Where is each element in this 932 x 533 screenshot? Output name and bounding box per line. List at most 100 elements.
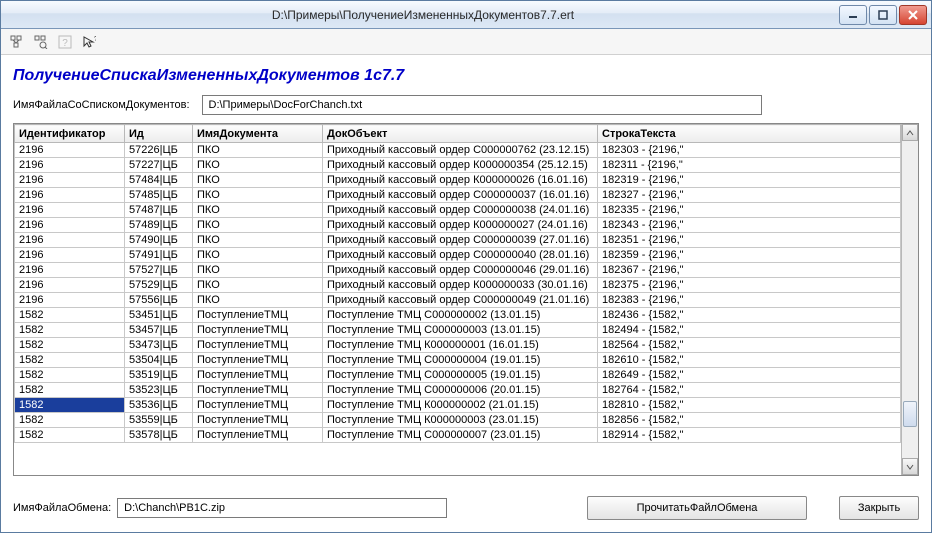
cell-name: ПКО xyxy=(193,263,323,278)
table-row[interactable]: 158253504|ЦБПоступлениеТМЦПоступление ТМ… xyxy=(15,353,901,368)
minimize-icon xyxy=(848,10,858,20)
cell-text: 182764 - {1582," xyxy=(598,383,901,398)
minimize-button[interactable] xyxy=(839,5,867,25)
table-row[interactable]: 219657484|ЦБПКОПриходный кассовый ордер … xyxy=(15,173,901,188)
cell-name: ПКО xyxy=(193,203,323,218)
cell-obj: Приходный кассовый ордер К000000026 (16.… xyxy=(323,173,598,188)
cursor-help-icon[interactable]: ? xyxy=(81,34,97,50)
cell-name: ПоступлениеТМЦ xyxy=(193,413,323,428)
cell-obj: Приходный кассовый ордер С000000762 (23.… xyxy=(323,143,598,158)
table-row[interactable]: 158253451|ЦБПоступлениеТМЦПоступление ТМ… xyxy=(15,308,901,323)
table-row[interactable]: 158253578|ЦБПоступлениеТМЦПоступление ТМ… xyxy=(15,428,901,443)
svg-text:?: ? xyxy=(62,38,68,49)
cell-name: ПоступлениеТМЦ xyxy=(193,398,323,413)
cell-ident: 1582 xyxy=(15,428,125,443)
table-row[interactable]: 219657556|ЦБПКОПриходный кассовый ордер … xyxy=(15,293,901,308)
cell-id: 53578|ЦБ xyxy=(125,428,193,443)
cell-name: ПКО xyxy=(193,143,323,158)
col-header-name[interactable]: ИмяДокумента xyxy=(193,125,323,143)
cell-ident: 2196 xyxy=(15,263,125,278)
table-row[interactable]: 219657491|ЦБПКОПриходный кассовый ордер … xyxy=(15,248,901,263)
col-header-text[interactable]: СтрокаТекста xyxy=(598,125,901,143)
cell-name: ПКО xyxy=(193,218,323,233)
cell-text: 182610 - {1582," xyxy=(598,353,901,368)
cell-obj: Приходный кассовый ордер С000000038 (24.… xyxy=(323,203,598,218)
cell-text: 182914 - {1582," xyxy=(598,428,901,443)
cell-id: 57491|ЦБ xyxy=(125,248,193,263)
vertical-scrollbar[interactable] xyxy=(901,124,918,475)
scroll-track[interactable] xyxy=(902,141,918,458)
scroll-thumb[interactable] xyxy=(903,401,917,427)
cell-obj: Приходный кассовый ордер С000000037 (16.… xyxy=(323,188,598,203)
close-window-button[interactable] xyxy=(899,5,927,25)
maximize-button[interactable] xyxy=(869,5,897,25)
cell-name: ПКО xyxy=(193,158,323,173)
cell-text: 182810 - {1582," xyxy=(598,398,901,413)
titlebar: D:\Примеры\ПолучениеИзмененныхДокументов… xyxy=(1,1,931,29)
cell-name: ПоступлениеТМЦ xyxy=(193,428,323,443)
table-row[interactable]: 158253559|ЦБПоступлениеТМЦПоступление ТМ… xyxy=(15,413,901,428)
cell-obj: Поступление ТМЦ С000000005 (19.01.15) xyxy=(323,368,598,383)
scroll-down-button[interactable] xyxy=(902,458,918,475)
table-row[interactable]: 219657487|ЦБПКОПриходный кассовый ордер … xyxy=(15,203,901,218)
table-row[interactable]: 219657529|ЦБПКОПриходный кассовый ордер … xyxy=(15,278,901,293)
bottom-row: ИмяФайлаОбмена: ПрочитатьФайлОбмена Закр… xyxy=(13,496,919,520)
table-row[interactable]: 158253473|ЦБПоступлениеТМЦПоступление ТМ… xyxy=(15,338,901,353)
cell-ident: 1582 xyxy=(15,383,125,398)
cell-id: 57489|ЦБ xyxy=(125,218,193,233)
exchange-file-label: ИмяФайлаОбмена: xyxy=(13,502,111,514)
file-list-input[interactable] xyxy=(202,95,762,115)
table-row[interactable]: 158253536|ЦБПоступлениеТМЦПоступление ТМ… xyxy=(15,398,901,413)
cell-ident: 2196 xyxy=(15,218,125,233)
data-grid[interactable]: Идентификатор Ид ИмяДокумента ДокОбъект … xyxy=(13,123,919,476)
table-row[interactable]: 158253523|ЦБПоступлениеТМЦПоступление ТМ… xyxy=(15,383,901,398)
col-header-id[interactable]: Ид xyxy=(125,125,193,143)
window-controls xyxy=(837,5,927,25)
col-header-obj[interactable]: ДокОбъект xyxy=(323,125,598,143)
file-list-label: ИмяФайлаСоСпискомДокументов: xyxy=(13,99,190,111)
cell-id: 53523|ЦБ xyxy=(125,383,193,398)
cell-obj: Поступление ТМЦ С000000006 (20.01.15) xyxy=(323,383,598,398)
cell-text: 182303 - {2196," xyxy=(598,143,901,158)
cell-name: ПКО xyxy=(193,173,323,188)
table-row[interactable]: 219657489|ЦБПКОПриходный кассовый ордер … xyxy=(15,218,901,233)
help-icon[interactable]: ? xyxy=(57,34,73,50)
table-row[interactable]: 219657527|ЦБПКОПриходный кассовый ордер … xyxy=(15,263,901,278)
cell-text: 182649 - {1582," xyxy=(598,368,901,383)
cell-text: 182359 - {2196," xyxy=(598,248,901,263)
toolbar: ? ? xyxy=(1,29,931,55)
cell-obj: Приходный кассовый ордер К000000033 (30.… xyxy=(323,278,598,293)
cell-name: ПКО xyxy=(193,278,323,293)
cell-name: ПоступлениеТМЦ xyxy=(193,323,323,338)
table-row[interactable]: 219657226|ЦБПКОПриходный кассовый ордер … xyxy=(15,143,901,158)
exchange-file-input[interactable] xyxy=(117,498,447,518)
window-title: D:\Примеры\ПолучениеИзмененныхДокументов… xyxy=(9,8,837,22)
table-row[interactable]: 219657485|ЦБПКОПриходный кассовый ордер … xyxy=(15,188,901,203)
cell-name: ПоступлениеТМЦ xyxy=(193,368,323,383)
cell-id: 53559|ЦБ xyxy=(125,413,193,428)
cell-ident: 1582 xyxy=(15,323,125,338)
cell-name: ПоступлениеТМЦ xyxy=(193,383,323,398)
cell-text: 182327 - {2196," xyxy=(598,188,901,203)
cell-text: 182383 - {2196," xyxy=(598,293,901,308)
table-row[interactable]: 158253457|ЦБПоступлениеТМЦПоступление ТМ… xyxy=(15,323,901,338)
cell-name: ПКО xyxy=(193,188,323,203)
table-row[interactable]: 219657490|ЦБПКОПриходный кассовый ордер … xyxy=(15,233,901,248)
cell-ident: 1582 xyxy=(15,308,125,323)
cell-ident: 1582 xyxy=(15,398,125,413)
tree-icon[interactable] xyxy=(9,34,25,50)
table-row[interactable]: 158253519|ЦБПоступлениеТМЦПоступление ТМ… xyxy=(15,368,901,383)
table-row[interactable]: 219657227|ЦБПКОПриходный кассовый ордер … xyxy=(15,158,901,173)
col-header-ident[interactable]: Идентификатор xyxy=(15,125,125,143)
cell-id: 53451|ЦБ xyxy=(125,308,193,323)
close-button[interactable]: Закрыть xyxy=(839,496,919,520)
cell-text: 182335 - {2196," xyxy=(598,203,901,218)
page-heading: ПолучениеСпискаИзмененныхДокументов 1с7.… xyxy=(13,67,919,85)
read-exchange-file-button[interactable]: ПрочитатьФайлОбмена xyxy=(587,496,807,520)
cell-name: ПКО xyxy=(193,233,323,248)
cell-id: 53536|ЦБ xyxy=(125,398,193,413)
cell-name: ПоступлениеТМЦ xyxy=(193,308,323,323)
cell-name: ПоступлениеТМЦ xyxy=(193,353,323,368)
tree-search-icon[interactable] xyxy=(33,34,49,50)
scroll-up-button[interactable] xyxy=(902,124,918,141)
